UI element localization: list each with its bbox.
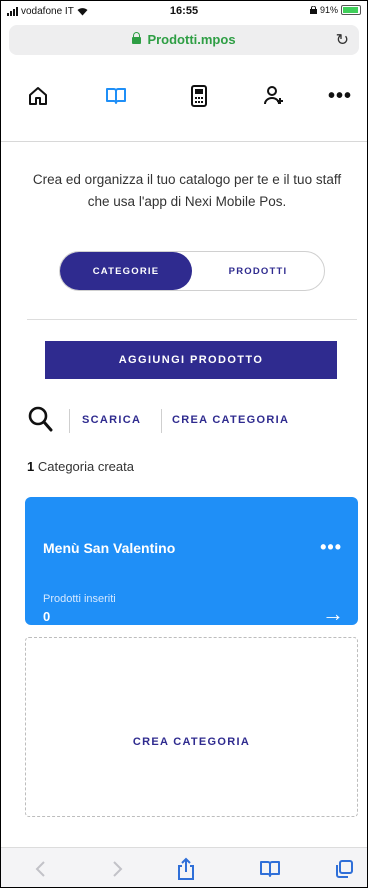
battery-icon xyxy=(341,5,361,15)
pos-terminal-icon[interactable] xyxy=(184,81,214,111)
lock-rotation-icon xyxy=(309,6,317,14)
screen: vodafone IT 16:55 91% Prodotti.mpos ↻ ••… xyxy=(0,0,368,888)
tabs-icon[interactable] xyxy=(331,856,357,882)
category-count-number: 1 xyxy=(27,459,35,474)
tab-categorie[interactable]: CATEGORIE xyxy=(60,252,192,290)
category-count-text: Categoria creata xyxy=(37,459,134,474)
products-inserted-count: 0 xyxy=(43,609,51,624)
separator xyxy=(161,409,162,433)
actions-row: SCARICA CREA CATEGORIA xyxy=(27,405,357,437)
battery-percent: 91% xyxy=(319,5,338,15)
create-category-link[interactable]: CREA CATEGORIA xyxy=(172,414,289,426)
separator xyxy=(69,409,70,433)
create-category-tile-label: CREA CATEGORIA xyxy=(132,736,251,748)
add-user-icon[interactable] xyxy=(259,81,289,111)
category-card[interactable]: Menù San Valentino ••• Prodotti inseriti… xyxy=(25,497,358,625)
view-switcher: CATEGORIE PRODOTTI xyxy=(59,251,325,291)
more-icon[interactable]: ••• xyxy=(325,81,355,111)
category-count: 1 Categoria creata xyxy=(27,459,134,474)
download-link[interactable]: SCARICA xyxy=(82,414,141,426)
catalog-book-icon[interactable] xyxy=(101,81,131,111)
create-category-tile[interactable]: CREA CATEGORIA xyxy=(25,637,358,817)
browser-toolbar xyxy=(1,847,367,887)
url-display[interactable]: Prodotti.mpos xyxy=(9,32,359,47)
intro-text: Crea ed organizza il tuo catalogo per te… xyxy=(32,172,342,209)
category-title: Menù San Valentino xyxy=(43,540,176,556)
search-icon[interactable] xyxy=(27,405,53,433)
share-icon[interactable] xyxy=(173,856,199,882)
url-text: Prodotti.mpos xyxy=(147,32,236,47)
tab-prodotti[interactable]: PRODOTTI xyxy=(192,252,324,290)
nav-divider xyxy=(1,141,367,142)
reload-icon[interactable]: ↻ xyxy=(336,30,349,50)
address-bar[interactable]: Prodotti.mpos ↻ xyxy=(9,25,359,55)
arrow-right-icon[interactable]: → xyxy=(322,603,344,625)
battery-group: 91% xyxy=(309,5,361,15)
home-icon[interactable] xyxy=(23,81,53,111)
app-nav: ••• xyxy=(1,81,367,121)
section-divider xyxy=(27,319,357,320)
products-inserted-label: Prodotti inseriti xyxy=(43,593,116,605)
back-icon[interactable] xyxy=(27,856,53,882)
add-product-button[interactable]: AGGIUNGI PRODOTTO xyxy=(45,341,337,379)
lock-icon xyxy=(132,32,142,44)
bookmarks-icon[interactable] xyxy=(257,856,283,882)
forward-icon[interactable] xyxy=(105,856,131,882)
status-bar: vodafone IT 16:55 91% xyxy=(1,1,367,23)
category-more-icon[interactable]: ••• xyxy=(320,537,342,558)
